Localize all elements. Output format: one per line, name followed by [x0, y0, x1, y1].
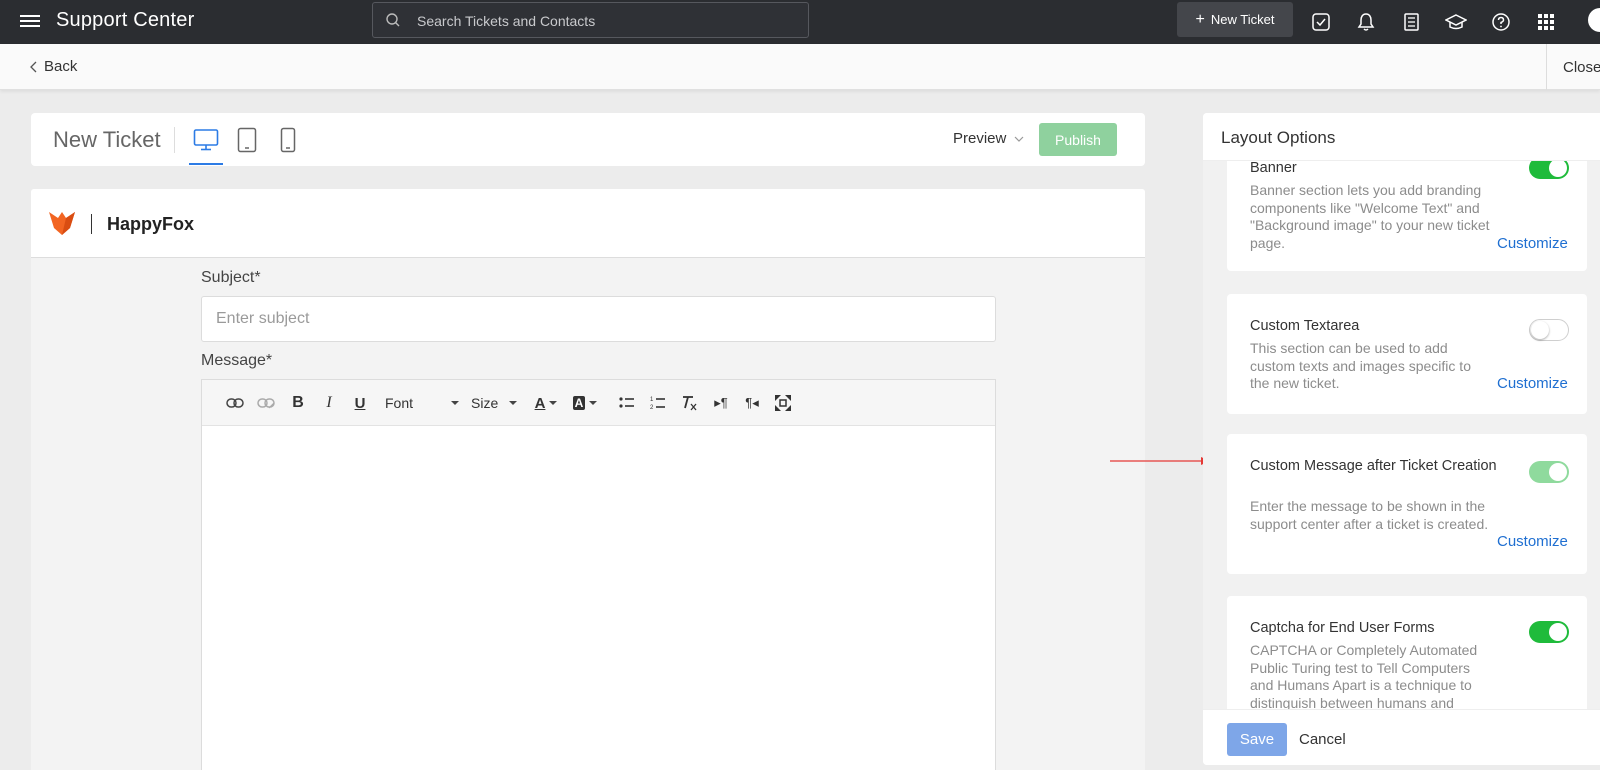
- close-button[interactable]: Close: [1546, 44, 1600, 90]
- fullscreen-icon[interactable]: [772, 393, 794, 413]
- editor-toolbar: B I U Font Size A A 12 ▸¶ ¶◂: [202, 380, 995, 426]
- tablet-view-button[interactable]: [232, 125, 262, 155]
- subject-label: Subject*: [201, 269, 261, 286]
- brand-name: HappyFox: [107, 214, 195, 234]
- banner-customize-link[interactable]: Customize: [1497, 235, 1568, 252]
- option-title: Captcha for End User Forms: [1250, 620, 1435, 636]
- option-title: Banner: [1250, 161, 1297, 176]
- desktop-view-button[interactable]: [191, 125, 221, 155]
- link-icon[interactable]: [224, 393, 246, 413]
- new-ticket-label: New Ticket: [1210, 12, 1275, 27]
- panel-title: Layout Options: [1221, 128, 1336, 147]
- apps-grid-icon[interactable]: [1533, 9, 1559, 35]
- publish-button[interactable]: Publish: [1039, 123, 1117, 156]
- new-ticket-button[interactable]: + New Ticket: [1177, 2, 1293, 37]
- background-color-icon[interactable]: A: [569, 393, 601, 413]
- caret-down-icon: [509, 401, 517, 405]
- avatar[interactable]: [1588, 8, 1600, 32]
- numbered-list-icon[interactable]: 12: [647, 393, 669, 413]
- panel-footer: Save Cancel: [1203, 709, 1600, 765]
- mobile-icon: [280, 127, 296, 153]
- custom-message-toggle[interactable]: [1529, 461, 1569, 483]
- back-button[interactable]: Back: [30, 58, 77, 75]
- option-title: Custom Textarea: [1250, 318, 1360, 334]
- save-button[interactable]: Save: [1227, 723, 1287, 756]
- bold-icon[interactable]: B: [287, 393, 309, 413]
- builder-header: New Ticket Preview Publish: [31, 113, 1145, 166]
- annotation-arrow-icon: [1110, 457, 1210, 465]
- font-select[interactable]: Font: [385, 393, 459, 413]
- unlink-icon[interactable]: [255, 393, 277, 413]
- sub-navigation-bar: Back Close: [0, 44, 1600, 90]
- plus-icon: +: [1195, 10, 1205, 28]
- option-card-custom-textarea: Custom Textarea This section can be used…: [1227, 294, 1587, 414]
- happyfox-logo: [49, 212, 75, 235]
- subject-input[interactable]: [201, 296, 996, 342]
- desktop-icon: [193, 129, 219, 151]
- header-divider: [174, 127, 175, 153]
- message-label: Message*: [201, 352, 273, 369]
- tasks-checkbox-icon[interactable]: [1308, 9, 1334, 35]
- mobile-view-button[interactable]: [273, 125, 303, 155]
- active-device-indicator: [189, 163, 223, 165]
- option-description: CAPTCHA or Completely Automated Public T…: [1250, 642, 1478, 709]
- options-list[interactable]: Banner Banner section lets you add brand…: [1203, 161, 1600, 709]
- search-icon: [386, 13, 400, 27]
- svg-text:1: 1: [650, 397, 654, 403]
- banner-toggle[interactable]: [1529, 161, 1569, 179]
- caret-down-icon: [451, 401, 459, 405]
- top-navigation-bar: Support Center + New Ticket: [0, 0, 1600, 44]
- preview-dropdown[interactable]: Preview: [953, 130, 1024, 147]
- help-icon[interactable]: [1488, 9, 1514, 35]
- option-card-captcha: Captcha for End User Forms CAPTCHA or Co…: [1227, 596, 1587, 709]
- underline-icon[interactable]: U: [349, 393, 371, 413]
- custom-textarea-toggle[interactable]: [1529, 319, 1569, 341]
- back-label: Back: [44, 58, 78, 75]
- notifications-bell-icon[interactable]: [1353, 9, 1379, 35]
- option-title: Custom Message after Ticket Creation: [1250, 458, 1497, 474]
- page-title: New Ticket: [53, 127, 161, 152]
- search-input[interactable]: [417, 11, 797, 31]
- option-description: Banner section lets you add branding com…: [1250, 182, 1490, 251]
- italic-icon[interactable]: I: [318, 393, 340, 413]
- brand-header: HappyFox: [31, 189, 1145, 258]
- size-select[interactable]: Size: [471, 393, 517, 413]
- bulleted-list-icon[interactable]: [616, 393, 638, 413]
- ltr-direction-icon[interactable]: ▸¶: [710, 393, 732, 413]
- option-description: This section can be used to add custom t…: [1250, 340, 1471, 391]
- font-select-label: Font: [385, 395, 414, 411]
- app-title: Support Center: [56, 9, 195, 31]
- custom-textarea-customize-link[interactable]: Customize: [1497, 375, 1568, 392]
- learning-cap-icon[interactable]: [1443, 9, 1469, 35]
- captcha-toggle[interactable]: [1529, 621, 1569, 643]
- reports-document-icon[interactable]: [1398, 9, 1424, 35]
- menu-icon[interactable]: [20, 12, 40, 32]
- custom-message-customize-link[interactable]: Customize: [1497, 533, 1568, 550]
- brand-divider: [91, 214, 92, 234]
- clear-formatting-icon[interactable]: [678, 393, 700, 413]
- chevron-left-icon: [30, 61, 37, 72]
- svg-text:2: 2: [650, 405, 654, 411]
- message-editor[interactable]: B I U Font Size A A 12 ▸¶ ¶◂: [201, 379, 996, 770]
- preview-label: Preview: [953, 130, 1007, 147]
- rtl-direction-icon[interactable]: ¶◂: [741, 393, 763, 413]
- option-card-custom-message: Custom Message after Ticket Creation Ent…: [1227, 434, 1587, 574]
- option-card-banner: Banner Banner section lets you add brand…: [1227, 161, 1587, 271]
- layout-options-panel: Layout Options Banner Banner section let…: [1203, 113, 1600, 765]
- size-select-label: Size: [471, 395, 499, 411]
- global-search[interactable]: [372, 2, 809, 38]
- text-color-icon[interactable]: A: [532, 393, 560, 413]
- chevron-down-icon: [1014, 136, 1024, 142]
- cancel-button[interactable]: Cancel: [1299, 731, 1346, 748]
- option-description: Enter the message to be shown in the sup…: [1250, 498, 1489, 532]
- form-preview-canvas: HappyFox Subject* Message* B I U Font Si…: [31, 189, 1145, 770]
- tablet-icon: [237, 127, 257, 153]
